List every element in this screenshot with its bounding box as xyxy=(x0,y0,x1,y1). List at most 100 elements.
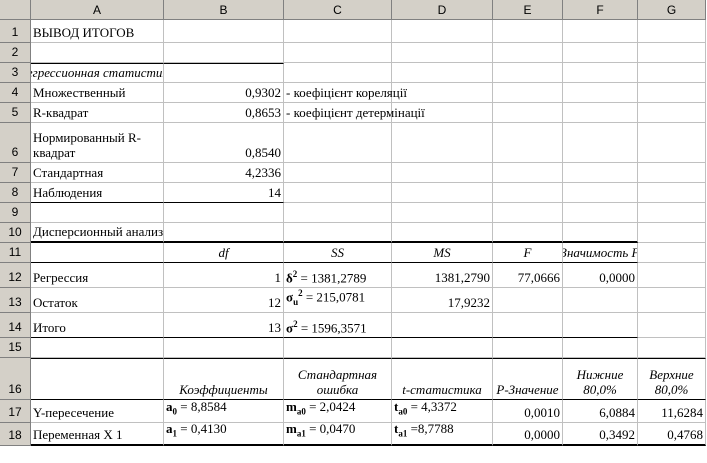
cell-e4[interactable] xyxy=(493,83,563,103)
cell-c6[interactable] xyxy=(284,123,392,163)
cell-e11[interactable]: F xyxy=(493,243,563,263)
cell-f14[interactable] xyxy=(563,313,638,338)
cell-f7[interactable] xyxy=(563,163,638,183)
cell-a14[interactable]: Итого xyxy=(31,313,164,338)
cell-e18[interactable]: 0,0000 xyxy=(493,423,563,446)
cell-g1[interactable] xyxy=(638,20,706,43)
row-header-1[interactable]: 1 xyxy=(0,20,31,43)
cell-b15[interactable] xyxy=(164,338,284,358)
cell-a12[interactable]: Регрессия xyxy=(31,263,164,288)
row-header-10[interactable]: 10 xyxy=(0,223,31,243)
cell-g12[interactable] xyxy=(638,263,706,288)
cell-d18[interactable]: ta1 =8,7788 xyxy=(392,423,493,446)
cell-c16[interactable]: Стандартная ошибка xyxy=(284,358,392,400)
cell-b8[interactable]: 14 xyxy=(164,183,284,203)
cell-b13[interactable]: 12 xyxy=(164,288,284,313)
column-header-e[interactable]: E xyxy=(493,0,563,20)
cell-f18[interactable]: 0,3492 xyxy=(563,423,638,446)
row-header-9[interactable]: 9 xyxy=(0,203,31,223)
cell-c12[interactable]: δ2 = 1381,2789 xyxy=(284,263,392,288)
cell-g10[interactable] xyxy=(638,223,706,243)
cell-e15[interactable] xyxy=(493,338,563,358)
cell-b1[interactable] xyxy=(164,20,284,43)
cell-d14[interactable] xyxy=(392,313,493,338)
cell-b9[interactable] xyxy=(164,203,284,223)
cell-f8[interactable] xyxy=(563,183,638,203)
cell-b12[interactable]: 1 xyxy=(164,263,284,288)
cell-a15[interactable] xyxy=(31,338,164,358)
cell-c9[interactable] xyxy=(284,203,392,223)
cell-e14[interactable] xyxy=(493,313,563,338)
cell-a7[interactable]: Стандартная xyxy=(31,163,164,183)
cell-f6[interactable] xyxy=(563,123,638,163)
cell-f9[interactable] xyxy=(563,203,638,223)
cell-f10[interactable] xyxy=(563,223,638,243)
cell-e12[interactable]: 77,0666 xyxy=(493,263,563,288)
cell-a13[interactable]: Остаток xyxy=(31,288,164,313)
cell-e2[interactable] xyxy=(493,43,563,63)
cell-c7[interactable] xyxy=(284,163,392,183)
row-header-17[interactable]: 17 xyxy=(0,400,31,423)
row-header-6[interactable]: 6 xyxy=(0,123,31,163)
cell-c18[interactable]: ma1 = 0,0470 xyxy=(284,423,392,446)
cell-d3[interactable] xyxy=(392,63,493,83)
row-header-14[interactable]: 14 xyxy=(0,313,31,338)
cell-d16[interactable]: t-статистика xyxy=(392,358,493,400)
cell-e16[interactable]: P-Значение xyxy=(493,358,563,400)
row-header-13[interactable]: 13 xyxy=(0,288,31,313)
cell-f4[interactable] xyxy=(563,83,638,103)
cell-d9[interactable] xyxy=(392,203,493,223)
cell-e9[interactable] xyxy=(493,203,563,223)
cell-g9[interactable] xyxy=(638,203,706,223)
cell-f13[interactable] xyxy=(563,288,638,313)
cell-g11[interactable] xyxy=(638,243,706,263)
cell-f5[interactable] xyxy=(563,103,638,123)
cell-b5[interactable]: 0,8653 xyxy=(164,103,284,123)
cell-d6[interactable] xyxy=(392,123,493,163)
cell-e1[interactable] xyxy=(493,20,563,43)
cell-c2[interactable] xyxy=(284,43,392,63)
cell-c10[interactable] xyxy=(284,223,392,243)
cell-b3[interactable] xyxy=(164,63,284,83)
cell-c4[interactable]: - коефіцієнт кореляції xyxy=(284,83,407,103)
cell-a18[interactable]: Переменная X 1 xyxy=(31,423,164,446)
row-header-15[interactable]: 15 xyxy=(0,338,31,358)
cell-b4[interactable]: 0,9302 xyxy=(164,83,284,103)
cell-g14[interactable] xyxy=(638,313,706,338)
cell-d11[interactable]: MS xyxy=(392,243,493,263)
cell-g17[interactable]: 11,6284 xyxy=(638,400,706,423)
row-header-3[interactable]: 3 xyxy=(0,63,31,83)
cell-e17[interactable]: 0,0010 xyxy=(493,400,563,423)
cell-c5[interactable]: - коефіцієнт детермінації xyxy=(284,103,425,123)
cell-a16[interactable] xyxy=(31,358,164,400)
cell-a10[interactable]: Дисперсионный анализ xyxy=(31,223,164,243)
select-all-corner[interactable] xyxy=(0,0,31,20)
cell-g8[interactable] xyxy=(638,183,706,203)
cell-g5[interactable] xyxy=(638,103,706,123)
column-header-a[interactable]: A xyxy=(31,0,164,20)
column-header-g[interactable]: G xyxy=(638,0,706,20)
cell-a3[interactable]: Регрессионная статистика xyxy=(31,63,164,83)
cell-d12[interactable]: 1381,2790 xyxy=(392,263,493,288)
cell-a5[interactable]: R-квадрат xyxy=(31,103,164,123)
row-header-11[interactable]: 11 xyxy=(0,243,31,263)
cell-a8[interactable]: Наблюдения xyxy=(31,183,164,203)
cell-e10[interactable] xyxy=(493,223,563,243)
cell-c13[interactable]: σu2 = 215,0781 xyxy=(284,288,392,313)
cell-g15[interactable] xyxy=(638,338,706,358)
cell-f15[interactable] xyxy=(563,338,638,358)
cell-b7[interactable]: 4,2336 xyxy=(164,163,284,183)
cell-f2[interactable] xyxy=(563,43,638,63)
cell-c15[interactable] xyxy=(284,338,392,358)
cell-f17[interactable]: 6,0884 xyxy=(563,400,638,423)
cell-d10[interactable] xyxy=(392,223,493,243)
column-header-d[interactable]: D xyxy=(392,0,493,20)
row-header-18[interactable]: 18 xyxy=(0,423,31,446)
cell-e13[interactable] xyxy=(493,288,563,313)
column-header-f[interactable]: F xyxy=(563,0,638,20)
cell-g7[interactable] xyxy=(638,163,706,183)
cell-d4[interactable] xyxy=(392,83,493,103)
row-header-4[interactable]: 4 xyxy=(0,83,31,103)
cell-g18[interactable]: 0,4768 xyxy=(638,423,706,446)
cell-b11[interactable]: df xyxy=(164,243,284,263)
